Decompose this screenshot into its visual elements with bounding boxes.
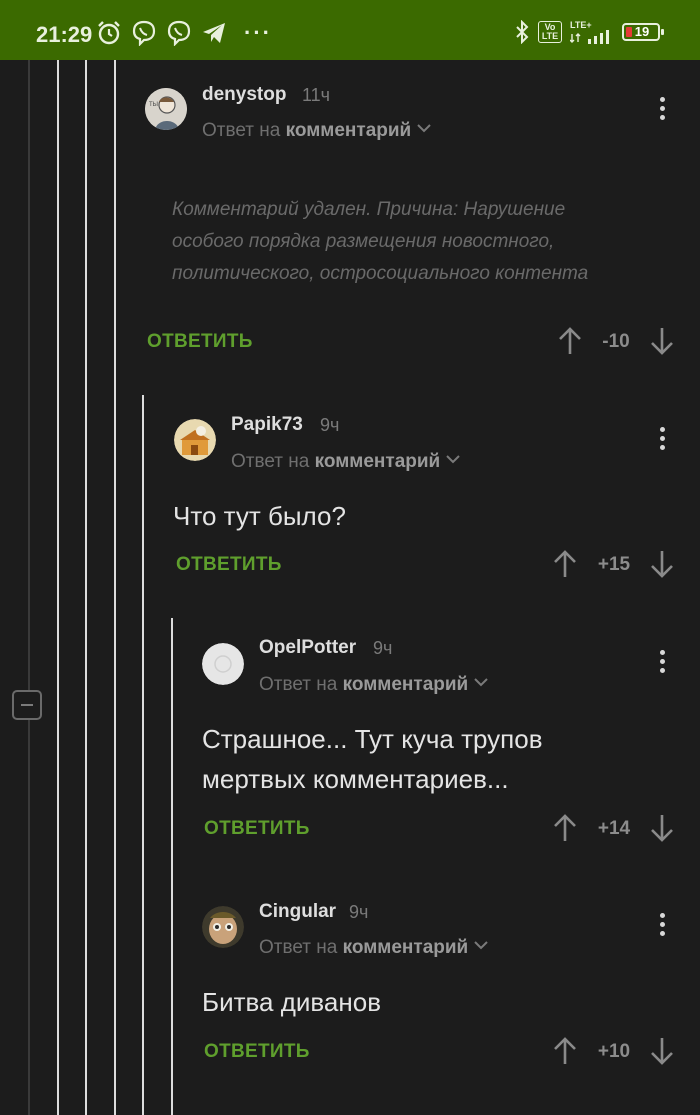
reply-button[interactable]: ОТВЕТИТЬ: [204, 818, 310, 840]
volte-icon: Vo LTE: [538, 21, 562, 43]
thread-line: [57, 60, 59, 1115]
collapse-thread-button[interactable]: [12, 690, 42, 720]
thread-line: [114, 60, 116, 1115]
upvote-icon[interactable]: [553, 813, 577, 843]
comment-time: 11ч: [302, 85, 331, 105]
thread-line: [28, 60, 30, 1115]
thread-line: [85, 60, 87, 1115]
comment-score: -10: [602, 331, 630, 352]
downvote-icon[interactable]: [650, 1036, 674, 1066]
upvote-icon[interactable]: [558, 326, 582, 356]
deleted-comment-text: Комментарий удален. Причина: Нарушение о…: [172, 199, 589, 284]
upvote-icon[interactable]: [553, 1036, 577, 1066]
lte-plus-label: LTE+: [570, 19, 592, 30]
reply-button[interactable]: ОТВЕТИТЬ: [147, 331, 253, 353]
avatar[interactable]: ТЫ: [145, 88, 187, 130]
chevron-down-icon: [446, 455, 460, 464]
reply-to-link[interactable]: Ответ на комментарий: [259, 937, 488, 959]
status-time: 21:29: [36, 22, 93, 47]
more-options-icon[interactable]: [658, 427, 666, 455]
signal-icon: [570, 29, 609, 44]
comment-time: 9ч: [320, 415, 340, 435]
more-options-icon[interactable]: [658, 650, 666, 678]
comment-score: +14: [597, 818, 631, 839]
comment-text: Страшное... Тут куча трупов мертвых комм…: [202, 724, 543, 794]
alarm-icon: [98, 21, 120, 45]
avatar[interactable]: [202, 643, 244, 685]
username[interactable]: OpelPotter: [259, 637, 356, 659]
viber-icon: [132, 20, 156, 46]
reply-to-link[interactable]: Ответ на комментарий: [202, 120, 431, 142]
downvote-icon[interactable]: [650, 326, 674, 356]
downvote-icon[interactable]: [650, 549, 674, 579]
thread-line: [171, 618, 173, 1115]
comment-text: Битва диванов: [202, 987, 382, 1017]
downvote-icon[interactable]: [650, 813, 674, 843]
username[interactable]: Cingular: [259, 901, 336, 923]
comment-text: Что тут было?: [173, 501, 346, 531]
system-icons: Vo LTE LTE+ 19: [514, 19, 664, 44]
battery-level: 19: [634, 24, 650, 39]
avatar[interactable]: [202, 906, 244, 948]
thread-line: [142, 395, 144, 1115]
chevron-down-icon: [474, 941, 488, 950]
avatar[interactable]: [174, 419, 216, 461]
reply-to-link[interactable]: Ответ на комментарий: [231, 451, 460, 473]
svg-text:ТЫ: ТЫ: [149, 102, 158, 108]
comment-time: 9ч: [373, 638, 393, 658]
battery-icon: 19: [622, 23, 664, 41]
comment-score: +10: [597, 1041, 631, 1062]
bluetooth-icon: [516, 20, 529, 44]
telegram-icon: [203, 23, 225, 43]
viber-icon-2: [167, 20, 191, 46]
upvote-icon[interactable]: [553, 549, 577, 579]
comment-time: 9ч: [349, 902, 369, 922]
status-bar: 21:29 ··· Vo LTE LTE+ 19: [0, 0, 700, 60]
username[interactable]: Papik73: [231, 414, 303, 436]
more-notifications-icon: ···: [244, 20, 272, 45]
reply-button[interactable]: ОТВЕТИТЬ: [176, 554, 282, 576]
chevron-down-icon: [474, 678, 488, 687]
more-options-icon[interactable]: [658, 913, 666, 941]
more-options-icon[interactable]: [658, 97, 666, 125]
notification-icons: ···: [96, 20, 272, 46]
username[interactable]: denystop: [202, 84, 286, 106]
chevron-down-icon: [417, 124, 431, 133]
comment-score: +15: [597, 554, 631, 575]
reply-to-link[interactable]: Ответ на комментарий: [259, 674, 488, 696]
reply-button[interactable]: ОТВЕТИТЬ: [204, 1041, 310, 1063]
